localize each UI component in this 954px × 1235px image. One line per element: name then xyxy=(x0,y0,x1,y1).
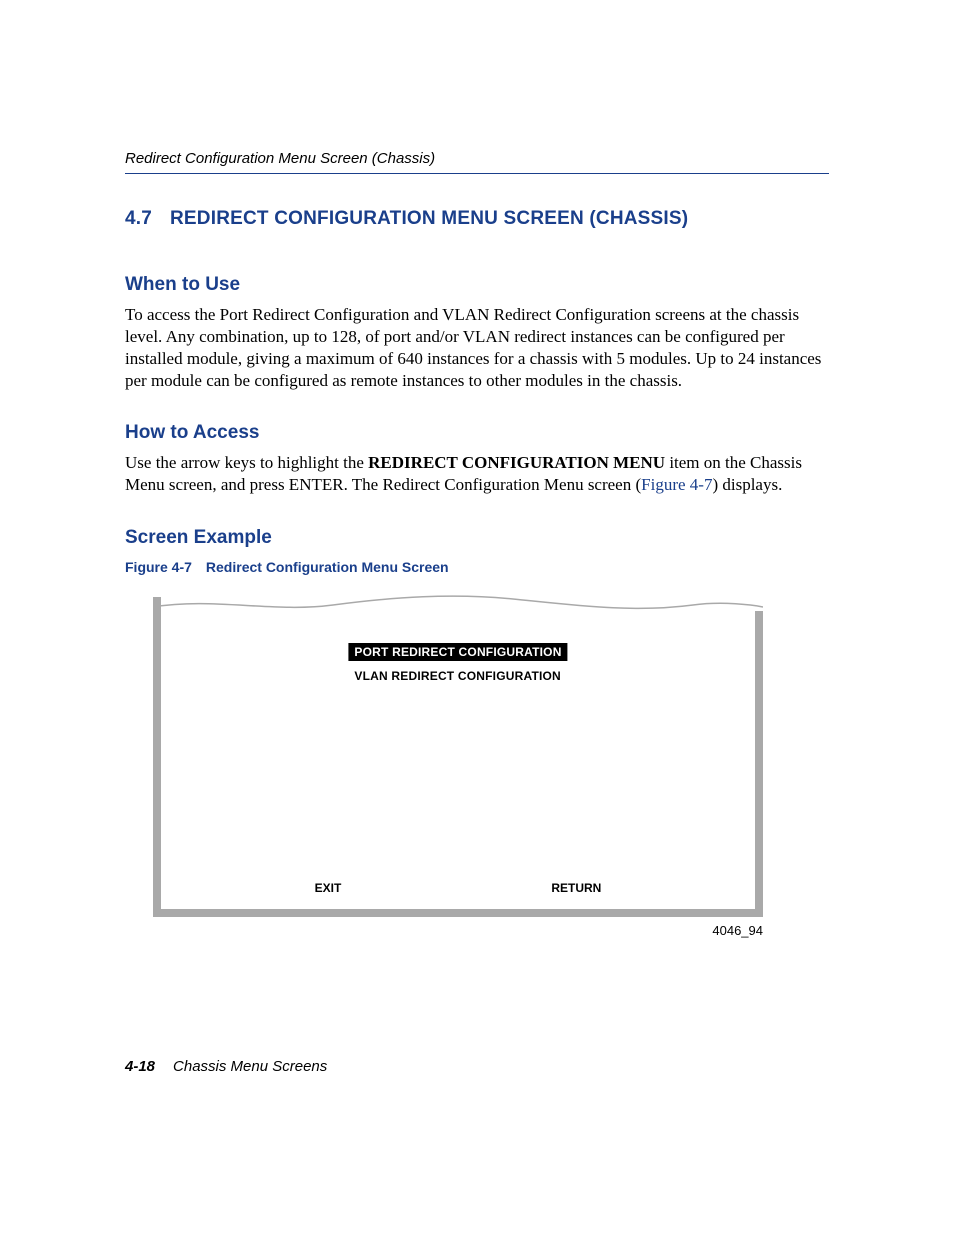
frame-left xyxy=(153,597,161,917)
frame-bottom xyxy=(153,909,763,917)
section-heading: 4.7 REDIRECT CONFIGURATION MENU SCREEN (… xyxy=(125,208,829,230)
figure-xref[interactable]: Figure 4-7 xyxy=(641,475,712,494)
page-footer: 4-18 Chassis Menu Screens xyxy=(125,1058,327,1075)
how-to-access-text: Use the arrow keys to highlight the REDI… xyxy=(125,452,829,496)
wavy-top-edge xyxy=(153,593,763,613)
running-header: Redirect Configuration Menu Screen (Chas… xyxy=(125,150,829,174)
when-to-use-text: To access the Port Redirect Configuratio… xyxy=(125,304,829,392)
page-number: 4-18 xyxy=(125,1058,155,1075)
exit-button[interactable]: EXIT xyxy=(315,881,342,895)
return-button[interactable]: RETURN xyxy=(551,881,601,895)
page: Redirect Configuration Menu Screen (Chas… xyxy=(0,0,954,1235)
menu-list: PORT REDIRECT CONFIGURATION VLAN REDIREC… xyxy=(348,643,567,685)
figure-caption-number: Figure 4-7 xyxy=(125,559,192,575)
figure-caption-title: Redirect Configuration Menu Screen xyxy=(206,559,449,575)
menu-item-vlan-redirect[interactable]: VLAN REDIRECT CONFIGURATION xyxy=(348,667,567,685)
chapter-name: Chassis Menu Screens xyxy=(173,1058,327,1075)
screen-bottom-buttons: EXIT RETURN xyxy=(153,881,763,895)
screen-example-figure: PORT REDIRECT CONFIGURATION VLAN REDIREC… xyxy=(153,597,829,938)
section-title: REDIRECT CONFIGURATION MENU SCREEN (CHAS… xyxy=(170,208,688,230)
terminal-screen: PORT REDIRECT CONFIGURATION VLAN REDIREC… xyxy=(153,597,763,917)
figure-caption: Figure 4-7 Redirect Configuration Menu Sc… xyxy=(125,559,829,575)
hta-post: ) displays. xyxy=(712,475,782,494)
screen-example-heading: Screen Example xyxy=(125,527,829,549)
how-to-access-heading: How to Access xyxy=(125,422,829,444)
section-number: 4.7 xyxy=(125,208,152,230)
frame-right xyxy=(755,611,763,917)
hta-pre: Use the arrow keys to highlight the xyxy=(125,453,368,472)
menu-item-port-redirect[interactable]: PORT REDIRECT CONFIGURATION xyxy=(348,643,567,661)
hta-bold: REDIRECT CONFIGURATION MENU xyxy=(368,453,665,472)
figure-id-label: 4046_94 xyxy=(153,923,763,938)
when-to-use-heading: When to Use xyxy=(125,274,829,296)
